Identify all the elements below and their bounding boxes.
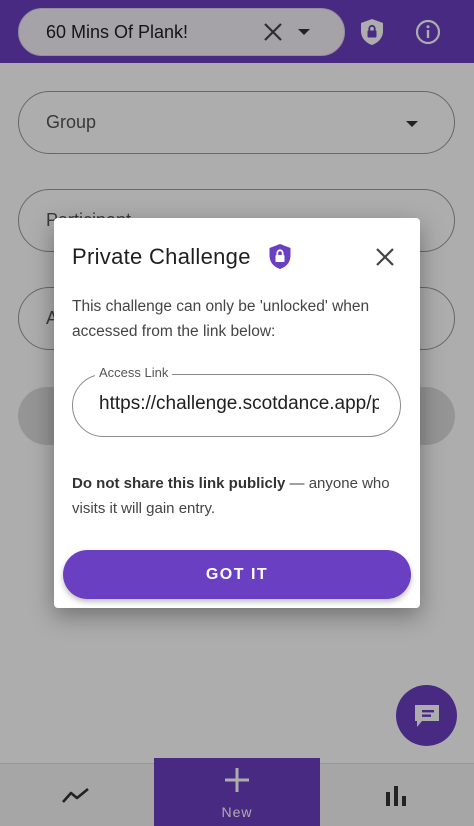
access-link-label: Access Link bbox=[95, 365, 173, 380]
got-it-button[interactable]: GOT IT bbox=[63, 550, 411, 599]
close-icon[interactable] bbox=[372, 244, 398, 270]
shield-lock-icon bbox=[268, 243, 292, 270]
access-link-value[interactable]: https://challenge.scotdance.app/p bbox=[99, 393, 379, 415]
share-warning: Do not share this link publicly — anyone… bbox=[72, 471, 402, 521]
dialog-title: Private Challenge bbox=[72, 244, 251, 269]
access-link-field[interactable]: Access Link https://challenge.scotdance.… bbox=[72, 365, 401, 437]
share-warning-bold: Do not share this link publicly bbox=[72, 475, 286, 492]
dialog-message: This challenge can only be 'unlocked' wh… bbox=[72, 298, 370, 340]
private-challenge-dialog: Private Challenge This challenge can onl… bbox=[54, 218, 420, 608]
